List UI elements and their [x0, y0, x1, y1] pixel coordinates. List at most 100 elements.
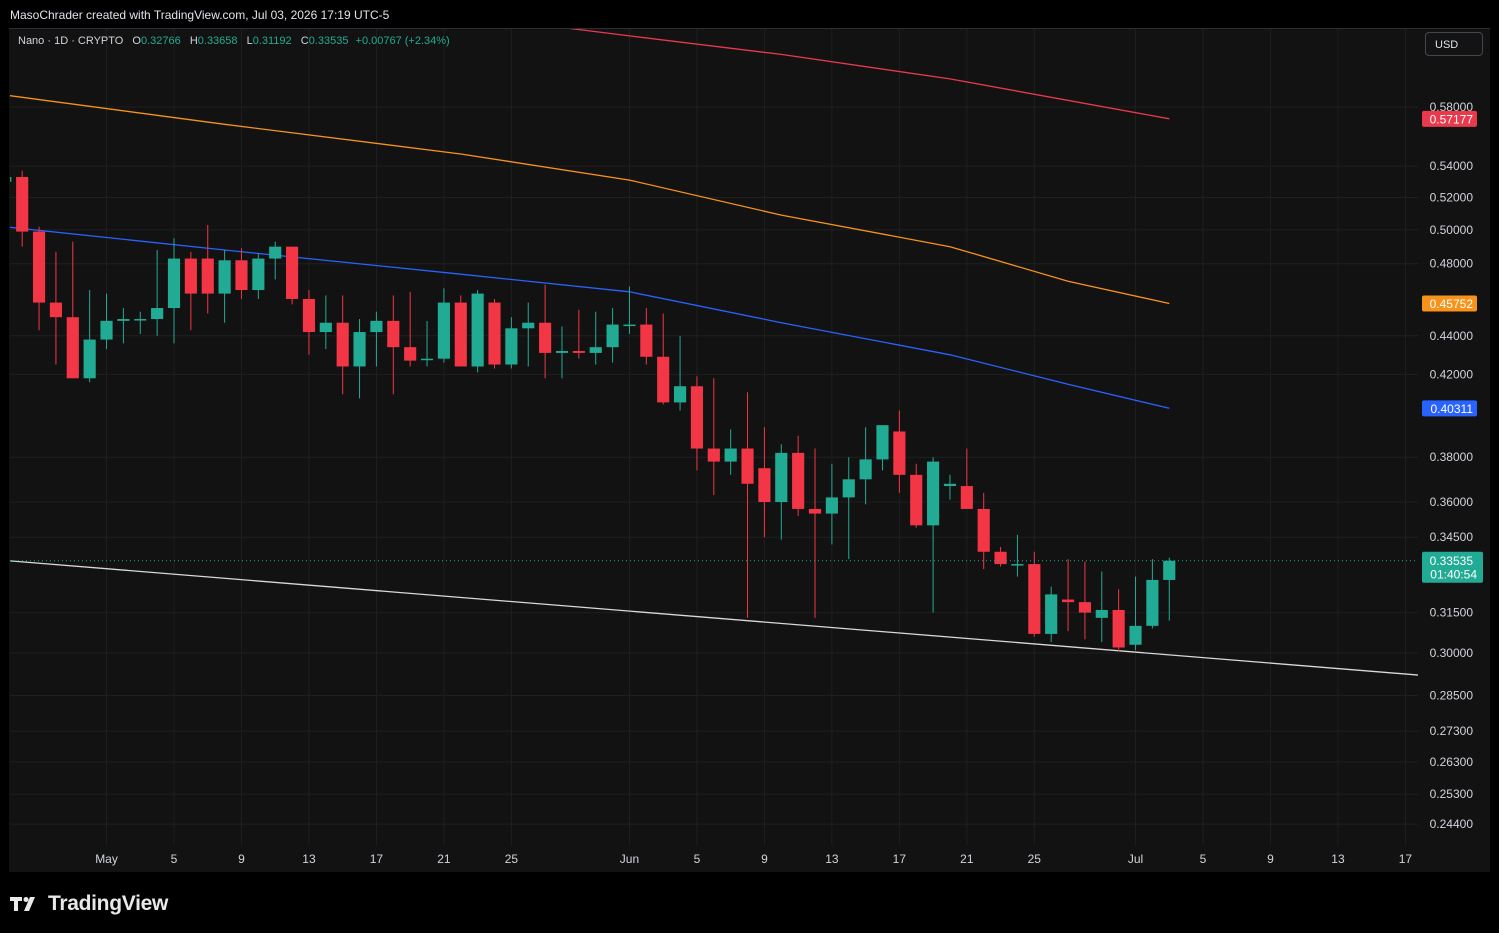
candle-body [808, 508, 822, 514]
symbol-legend[interactable]: Nano · 1D · CRYPTO O0.32766 H0.33658 L0.… [18, 35, 450, 47]
candle-body [1061, 599, 1075, 603]
x-tick-label: 21 [960, 852, 974, 866]
candle [49, 251, 62, 365]
candle [673, 335, 687, 411]
moving-average-line-1 [10, 226, 1170, 409]
y-tick-label: 0.25300 [1430, 787, 1474, 801]
candle-body [184, 258, 197, 294]
candle [977, 492, 990, 570]
candle [859, 427, 872, 505]
candle [235, 248, 248, 299]
candle-body [707, 448, 720, 462]
candle [218, 250, 231, 323]
price-labels: 0.40311 0.45752 0.57177 0.3353501:40:54 [1422, 110, 1483, 583]
candle [1045, 586, 1058, 643]
candle-body [758, 468, 771, 502]
candle [1163, 557, 1176, 621]
candle-body [353, 332, 366, 367]
candle [1061, 559, 1075, 632]
price-axis[interactable]: 0.580000.540000.520000.500000.480000.440… [1430, 100, 1474, 831]
candle-body [1011, 564, 1024, 566]
candle [10, 176, 12, 182]
candle-body [977, 508, 990, 552]
y-tick-label: 0.26300 [1430, 755, 1474, 769]
candle-body [572, 350, 585, 353]
x-tick-label: 25 [505, 852, 519, 866]
ma-price-tag-3: 0.57177 [1422, 110, 1477, 127]
candle-body [623, 324, 636, 327]
x-tick-label: 9 [761, 852, 768, 866]
candle [353, 319, 366, 399]
svg-text:0.57177: 0.57177 [1430, 112, 1474, 126]
y-tick-label: 0.52000 [1430, 190, 1474, 204]
candle-body [505, 328, 518, 365]
candle [741, 392, 754, 618]
svg-text:0.45752: 0.45752 [1430, 297, 1474, 311]
candle [775, 444, 788, 540]
candle [336, 295, 349, 395]
candle [404, 291, 417, 367]
candle-body [488, 302, 501, 365]
candle-body [943, 483, 957, 487]
candle-body [522, 322, 535, 329]
x-tick-label: May [95, 852, 118, 866]
candle-body [606, 324, 619, 348]
x-tick-label: Jun [620, 852, 639, 866]
candle-body [910, 474, 923, 526]
x-tick-label: 21 [437, 852, 451, 866]
candle-body [201, 258, 214, 294]
candle-body [859, 459, 872, 480]
x-tick-label: 5 [694, 852, 701, 866]
y-tick-label: 0.44000 [1430, 329, 1474, 343]
candle-body [842, 479, 855, 498]
y-tick-label: 0.24400 [1430, 817, 1474, 831]
candle [1112, 589, 1125, 652]
support-trendline [10, 560, 1418, 676]
candle-body [539, 322, 552, 353]
candle [943, 474, 957, 500]
candle [1028, 551, 1041, 637]
y-tick-label: 0.42000 [1430, 367, 1474, 381]
moving-averages [10, 29, 1170, 409]
candlestick-chart[interactable]: 0.580000.540000.520000.500000.480000.440… [0, 0, 1499, 933]
candle-body [825, 497, 838, 514]
candle [522, 302, 535, 367]
candle [876, 425, 889, 471]
open-value: 0.32766 [140, 35, 181, 47]
trendline-layer [10, 560, 1418, 676]
candle-body [454, 302, 467, 367]
candle-body [994, 551, 1007, 565]
currency-button[interactable]: USD [1425, 32, 1483, 56]
candle [117, 308, 130, 344]
candle-body [10, 176, 12, 182]
candle-body [269, 246, 282, 259]
tradingview-logo[interactable]: TradingView [10, 892, 168, 916]
y-tick-label: 0.28500 [1430, 688, 1474, 702]
candle [893, 410, 906, 493]
candle-body [235, 260, 248, 291]
tradingview-logo-icon [10, 897, 35, 911]
candle [825, 463, 838, 545]
candle-body [252, 258, 265, 291]
candle-body [1129, 625, 1142, 645]
candle [167, 238, 181, 344]
candle-body [690, 386, 704, 449]
bottom-bar [0, 872, 1499, 933]
candle-body [555, 350, 569, 353]
candle [387, 295, 400, 395]
candle [758, 427, 771, 538]
x-tick-label: Jul [1128, 852, 1143, 866]
candle-body [218, 260, 231, 294]
candle-body [134, 319, 147, 321]
candle [539, 284, 552, 379]
y-tick-label: 0.50000 [1430, 223, 1474, 237]
time-axis[interactable]: May 5 9 13 17 21 25 Jun 5 9 13 17 21 25 Jul 5 9 13 17 [95, 852, 1412, 866]
candle [1011, 534, 1024, 577]
y-tick-label: 0.34500 [1430, 530, 1474, 544]
candle-body [387, 320, 400, 348]
candle [842, 457, 855, 560]
candle-body [927, 461, 940, 526]
tradingview-brand: TradingView [48, 892, 169, 915]
candle-body [66, 317, 79, 379]
candle [792, 435, 805, 516]
